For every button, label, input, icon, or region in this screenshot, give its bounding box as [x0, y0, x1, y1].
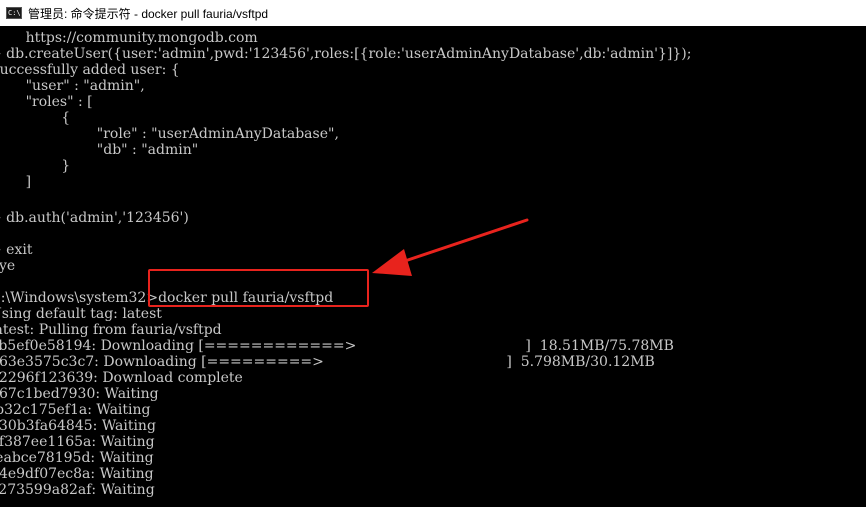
annotation-arrow-icon: [372, 218, 529, 276]
